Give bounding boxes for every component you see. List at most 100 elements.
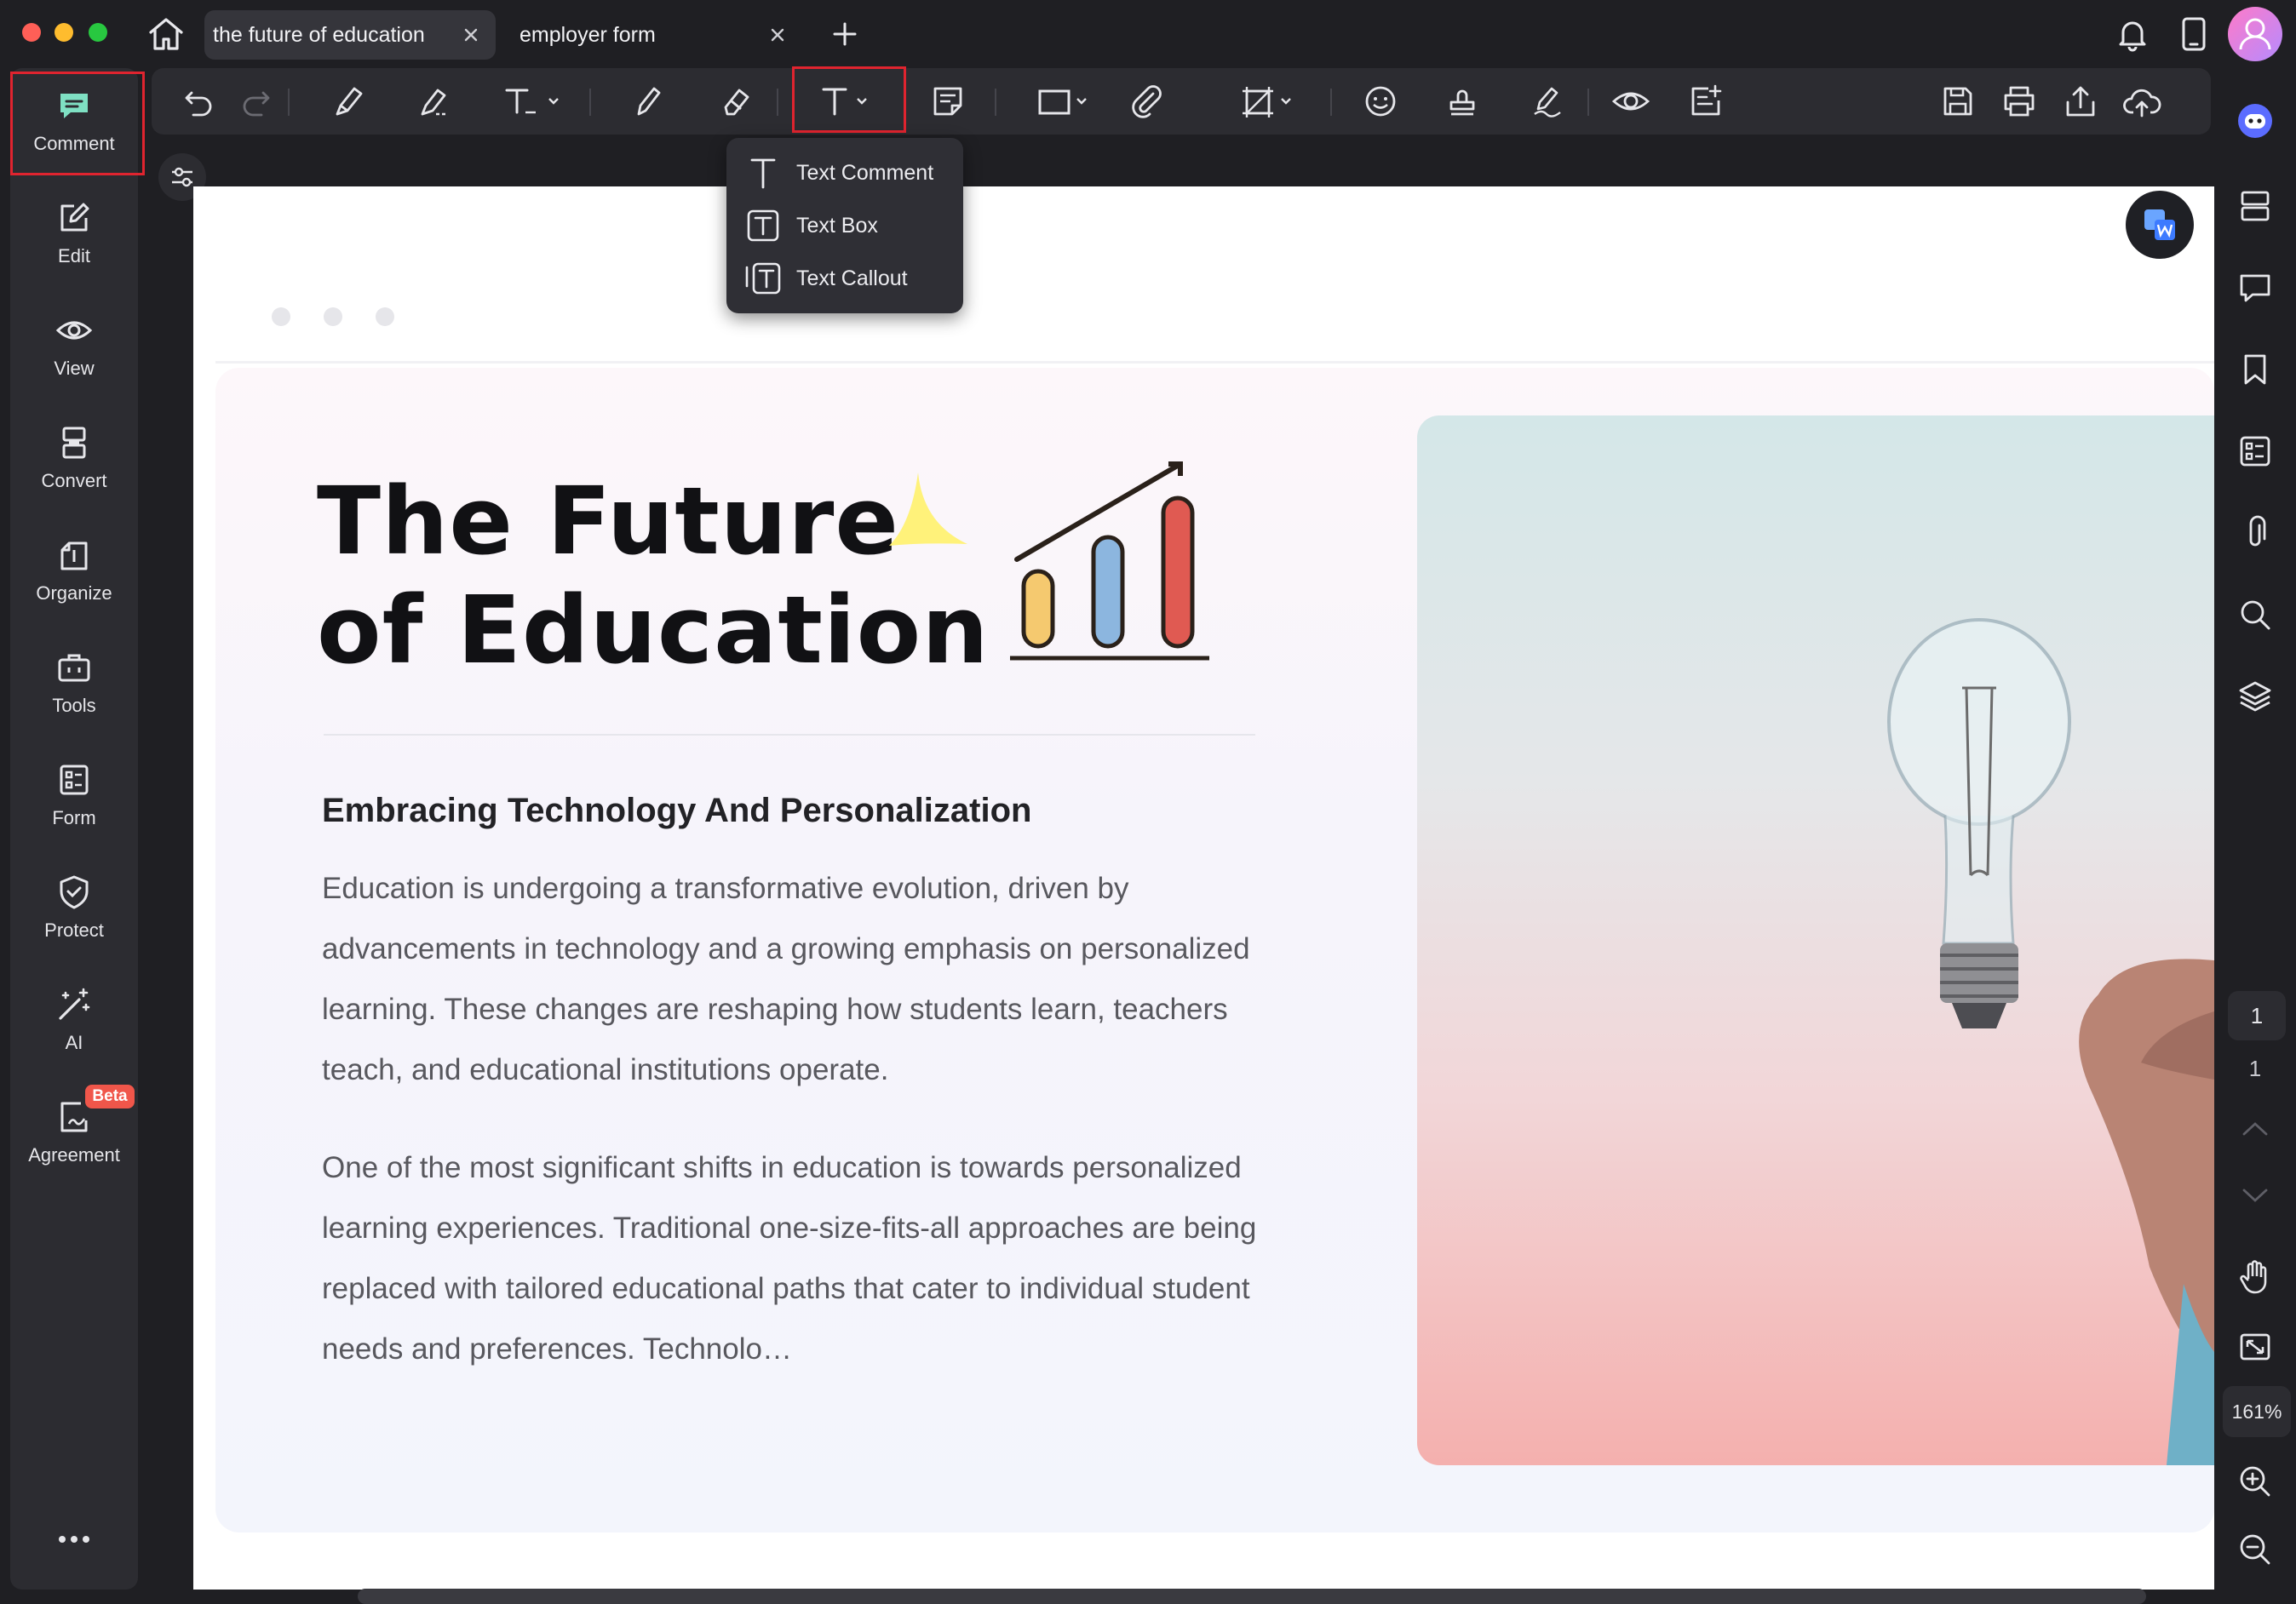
text-callout-icon	[745, 262, 781, 295]
current-page-number: 1	[2250, 1003, 2264, 1028]
zoom-in-button[interactable]	[2235, 1461, 2276, 1502]
nav-item-ai[interactable]: AI	[10, 974, 138, 1074]
menu-item-text-comment[interactable]: Text Comment	[745, 150, 958, 196]
rectangle-icon	[1038, 89, 1087, 115]
convert-icon	[62, 427, 86, 459]
horizontal-scrollbar[interactable]	[358, 1589, 2146, 1604]
text-markup-icon	[505, 89, 559, 114]
nav-label: AI	[65, 1032, 83, 1053]
tab-the-future-of-education[interactable]: the future of education	[204, 10, 496, 60]
save-button[interactable]	[1937, 80, 1979, 123]
close-window-button[interactable]	[22, 23, 41, 42]
pencil-button[interactable]	[627, 80, 669, 123]
translate-button[interactable]	[2126, 191, 2194, 259]
nav-item-convert[interactable]: Convert	[10, 412, 138, 513]
zoom-out-button[interactable]	[2235, 1529, 2276, 1570]
layers-icon	[2239, 681, 2271, 712]
shape-button[interactable]	[1030, 80, 1099, 123]
thumbnails-icon	[2241, 191, 2270, 221]
layers-panel-button[interactable]	[2235, 676, 2276, 717]
show-hide-comments-button[interactable]	[1610, 80, 1652, 123]
sticky-note-button[interactable]	[927, 80, 969, 123]
nav-label: Edit	[58, 245, 90, 266]
signature-button[interactable]	[1526, 80, 1569, 123]
home-icon[interactable]	[146, 15, 186, 53]
translate-icon	[2144, 209, 2175, 240]
nav-item-form[interactable]: Form	[10, 749, 138, 850]
tab-label: the future of education	[213, 22, 425, 47]
bar-chart-illustration	[1010, 461, 1209, 661]
print-button[interactable]	[1998, 80, 2041, 123]
eraser-button[interactable]	[714, 80, 756, 123]
measure-button[interactable]	[1235, 80, 1303, 123]
comments-panel-button[interactable]	[2235, 267, 2276, 308]
ai-assistant-button[interactable]	[2235, 100, 2276, 141]
hand-tool-button[interactable]	[2235, 1257, 2276, 1298]
undo-button[interactable]	[177, 80, 220, 123]
pencil-icon	[637, 87, 661, 116]
share-button[interactable]	[2059, 80, 2102, 123]
measure-icon	[1243, 87, 1291, 117]
document-paragraph-2: One of the most significant shifts in ed…	[322, 1151, 1257, 1366]
area-highlight-button[interactable]	[412, 80, 455, 123]
current-page-field[interactable]: 1	[2228, 991, 2286, 1040]
text-markup-button[interactable]	[497, 80, 565, 123]
total-pages: 1	[2248, 1056, 2262, 1081]
form-icon	[60, 765, 89, 795]
view-icon	[55, 321, 93, 340]
tab-employer-form[interactable]: employer form	[511, 10, 802, 60]
nav-label: Convert	[41, 470, 107, 491]
next-page-button[interactable]	[2235, 1175, 2276, 1216]
user-avatar[interactable]	[2228, 7, 2282, 61]
search-button[interactable]	[2235, 594, 2276, 635]
right-sidebar: 1 1 161%	[2214, 68, 2296, 1604]
nav-item-edit[interactable]: Edit	[10, 187, 138, 288]
zoom-level-field[interactable]: 161%	[2223, 1386, 2291, 1437]
menu-item-text-callout[interactable]: Text Callout	[745, 255, 958, 301]
organize-icon	[60, 541, 88, 570]
nav-label: View	[54, 358, 95, 379]
nav-label: Form	[52, 807, 96, 828]
comment-highlight-box	[10, 72, 145, 175]
tools-icon	[58, 654, 90, 682]
bookmarks-panel-button[interactable]	[2235, 349, 2276, 390]
nav-item-protect[interactable]: Protect	[10, 862, 138, 962]
attachment-button[interactable]	[1126, 80, 1168, 123]
tab-label: employer form	[519, 22, 656, 47]
new-tab-icon[interactable]	[829, 19, 860, 49]
redo-button[interactable]	[235, 80, 278, 123]
more-options-icon[interactable]	[57, 1534, 91, 1544]
sticker-button[interactable]	[1359, 80, 1402, 123]
ai-robot-icon	[2238, 104, 2272, 138]
left-navigation: Comment Edit View Convert Organize Tools…	[10, 68, 138, 1590]
menu-item-label: Text Comment	[796, 160, 934, 185]
zoom-in-icon	[2240, 1466, 2270, 1497]
previous-page-button[interactable]	[2235, 1108, 2276, 1149]
highlighter-button[interactable]	[327, 80, 370, 123]
fit-page-button[interactable]	[2235, 1326, 2276, 1367]
eye-icon	[1611, 92, 1650, 111]
maximize-window-button[interactable]	[89, 23, 107, 42]
device-icon[interactable]	[2177, 15, 2211, 53]
notification-bell-icon[interactable]	[2114, 15, 2151, 53]
close-tab-icon[interactable]	[458, 22, 484, 48]
thumbnails-panel-button[interactable]	[2235, 186, 2276, 226]
attachment-icon	[1132, 85, 1162, 118]
add-comment-button[interactable]	[1685, 80, 1727, 123]
document-title-line1: The Future	[317, 467, 899, 576]
attachments-panel-button[interactable]	[2235, 513, 2276, 553]
minimize-window-button[interactable]	[55, 23, 73, 42]
form-fields-panel-button[interactable]	[2235, 431, 2276, 472]
nav-item-tools[interactable]: Tools	[10, 637, 138, 737]
menu-item-text-box[interactable]: Text Box	[745, 203, 958, 249]
stamp-button[interactable]	[1441, 80, 1484, 123]
sparkle-decoration	[889, 473, 967, 546]
text-tool-dropdown: Text Comment Text Box Text Callout	[726, 138, 963, 313]
close-tab-icon[interactable]	[765, 22, 790, 48]
nav-item-view[interactable]: View	[10, 300, 138, 400]
protect-icon	[60, 875, 89, 909]
search-icon	[2241, 600, 2270, 630]
nav-item-organize[interactable]: Organize	[10, 524, 138, 625]
zoom-out-icon	[2240, 1534, 2270, 1565]
cloud-upload-button[interactable]	[2121, 80, 2163, 123]
